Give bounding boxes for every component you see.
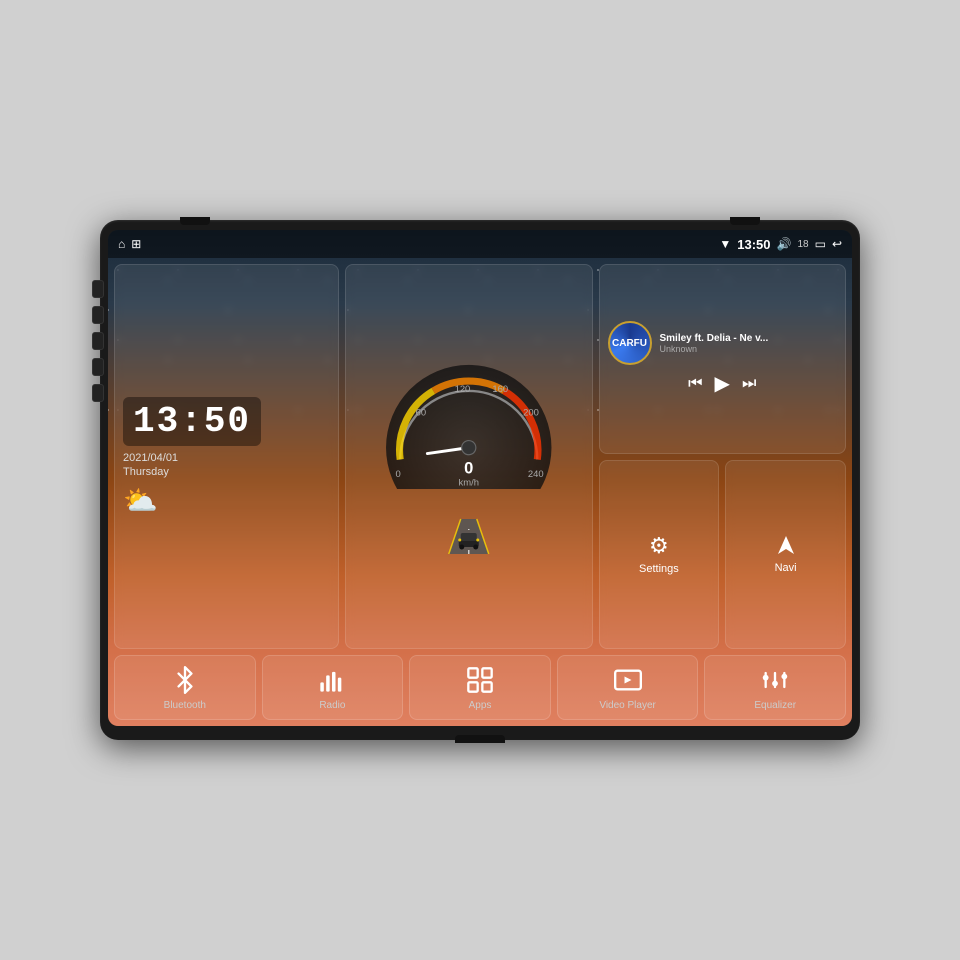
clock-hour: 13 (133, 401, 180, 442)
settings-widget[interactable]: ⚙ Settings (599, 460, 720, 650)
screen: ⌂ ⊞ ▼ 13:50 🔊 18 ▭ ↩ 13:50 (108, 230, 852, 726)
album-art-text: CARFU (612, 338, 647, 349)
radio-icon (318, 666, 346, 694)
home-status-icon[interactable]: ⌂ (118, 237, 125, 251)
music-controls: ⏮ ▶ ⏭ (608, 371, 838, 396)
top-notch-right (730, 217, 760, 225)
home-side-button[interactable] (92, 306, 104, 324)
music-info: CARFU Smiley ft. Delia - Ne v... Unknown (608, 321, 838, 365)
bluetooth-label: Bluetooth (164, 700, 206, 711)
top-widgets: 13:50 2021/04/01 Thursday ⛅ (114, 264, 846, 649)
svg-text:200: 200 (523, 408, 539, 419)
bottom-toolbar: Bluetooth Radio (114, 655, 846, 720)
svg-text:60: 60 (416, 408, 427, 419)
music-text: Smiley ft. Delia - Ne v... Unknown (660, 333, 838, 354)
music-artist: Unknown (660, 344, 838, 354)
video-icon (614, 666, 642, 694)
vol-down-button[interactable] (92, 384, 104, 402)
svg-text:240: 240 (528, 469, 544, 480)
vol-up-button[interactable] (92, 358, 104, 376)
content: 13:50 2021/04/01 Thursday ⛅ (108, 258, 852, 726)
right-col: CARFU Smiley ft. Delia - Ne v... Unknown… (599, 264, 847, 649)
side-buttons (92, 280, 104, 402)
apps-button[interactable]: Apps (409, 655, 551, 720)
settings-navi-row: ⚙ Settings Navi (599, 460, 847, 650)
clock-day: Thursday (123, 466, 169, 478)
back-status-icon[interactable]: ↩ (832, 237, 842, 251)
prev-button[interactable]: ⏮ (688, 375, 702, 393)
status-time: 13:50 (737, 237, 770, 252)
clock-colon: : (180, 401, 204, 442)
speed-widget: 0 60 120 160 200 240 0 km/h (345, 264, 593, 649)
settings-label: Settings (639, 563, 679, 575)
top-notch-left (180, 217, 210, 225)
album-art: CARFU (608, 321, 652, 365)
radio-button[interactable]: Radio (262, 655, 404, 720)
window-icon: ▭ (815, 237, 826, 251)
road-svg (350, 489, 588, 554)
navi-icon (774, 534, 798, 558)
clock-display: 13:50 (123, 397, 261, 446)
next-button[interactable]: ⏭ (742, 375, 756, 393)
svg-text:km/h: km/h (459, 477, 479, 488)
bottom-notch (455, 735, 505, 743)
svg-text:120: 120 (455, 384, 471, 395)
status-left: ⌂ ⊞ (118, 237, 141, 251)
svg-text:0: 0 (395, 469, 400, 480)
navi-widget[interactable]: Navi (725, 460, 846, 650)
weather-icon: ⛅ (123, 484, 158, 517)
speedometer-svg: 0 60 120 160 200 240 0 km/h (350, 359, 588, 489)
equalizer-label: Equalizer (754, 700, 796, 711)
radio-label: Radio (319, 700, 345, 711)
equalizer-button[interactable]: Equalizer (704, 655, 846, 720)
bluetooth-button[interactable]: Bluetooth (114, 655, 256, 720)
clock-time: 13:50 (133, 401, 251, 442)
bluetooth-icon (171, 666, 199, 694)
svg-text:0: 0 (464, 459, 473, 478)
apps-status-icon[interactable]: ⊞ (131, 237, 141, 251)
navi-label: Navi (775, 562, 797, 574)
music-title: Smiley ft. Delia - Ne v... (660, 333, 838, 344)
video-label: Video Player (599, 700, 656, 711)
back-side-button[interactable] (92, 332, 104, 350)
equalizer-icon (761, 666, 789, 694)
clock-widget: 13:50 2021/04/01 Thursday ⛅ (114, 264, 339, 649)
status-bar: ⌂ ⊞ ▼ 13:50 🔊 18 ▭ ↩ (108, 230, 852, 258)
wifi-icon: ▼ (719, 237, 731, 251)
volume-level: 18 (797, 239, 808, 250)
volume-icon: 🔊 (777, 237, 792, 251)
video-player-button[interactable]: Video Player (557, 655, 699, 720)
status-right: ▼ 13:50 🔊 18 ▭ ↩ (719, 237, 842, 252)
settings-icon: ⚙ (649, 533, 669, 559)
play-button[interactable]: ▶ (715, 371, 730, 396)
power-button[interactable] (92, 280, 104, 298)
device-shell: ⌂ ⊞ ▼ 13:50 🔊 18 ▭ ↩ 13:50 (100, 220, 860, 740)
clock-min: 50 (204, 401, 251, 442)
apps-icon (466, 666, 494, 694)
apps-label: Apps (469, 700, 492, 711)
clock-date: 2021/04/01 (123, 452, 178, 464)
svg-text:160: 160 (492, 384, 508, 395)
music-widget: CARFU Smiley ft. Delia - Ne v... Unknown… (599, 264, 847, 454)
